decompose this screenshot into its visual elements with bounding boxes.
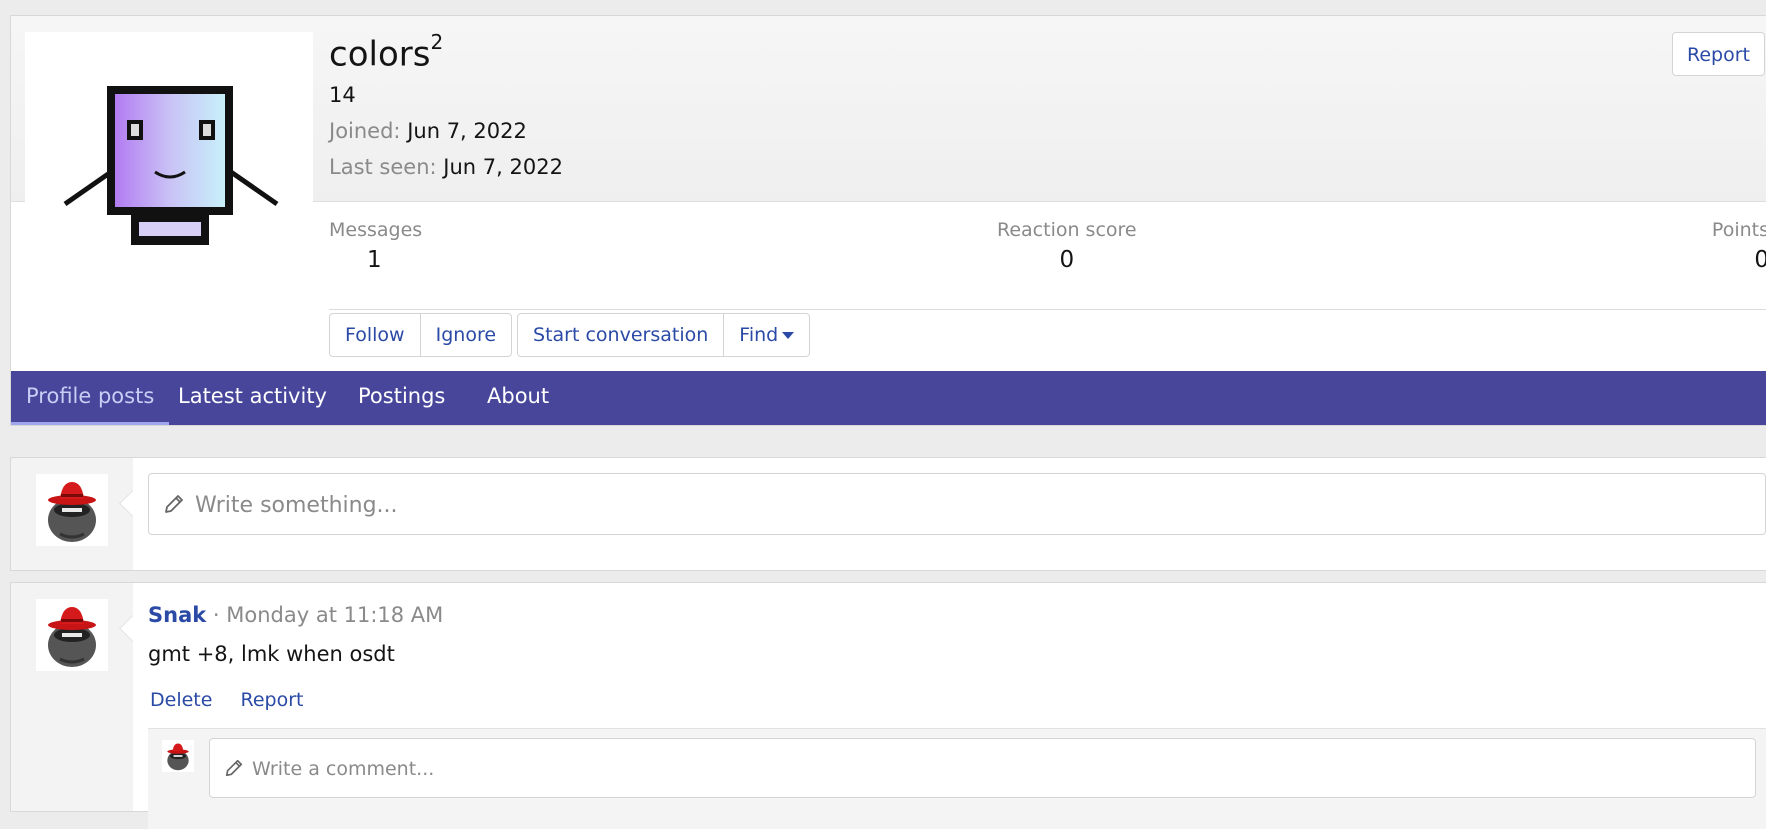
post-actions: Delete Report [150, 689, 325, 711]
tab-about[interactable]: About [472, 371, 564, 425]
user-title: 14 [329, 83, 356, 107]
penguin-red-hat-avatar-icon [48, 482, 96, 542]
profile-tabs: Profile posts Latest activity Postings A… [11, 371, 1766, 425]
stat-messages[interactable]: Messages 1 [329, 219, 422, 273]
delete-post-link[interactable]: Delete [150, 689, 212, 711]
username-superscript: 2 [430, 30, 444, 54]
ignore-button[interactable]: Ignore [421, 314, 511, 356]
last-seen-info: Last seen: Jun 7, 2022 [329, 155, 563, 179]
write-something-input[interactable] [193, 474, 1755, 536]
conversation-find-group: Start conversation Find [517, 313, 811, 357]
post-author-link[interactable]: Snak [148, 603, 206, 627]
stat-reaction-score[interactable]: Reaction score 0 [997, 219, 1137, 273]
profile-avatar[interactable] [25, 32, 313, 320]
profile-username: colors2 [329, 30, 444, 75]
post-timestamp[interactable]: Monday at 11:18 AM [226, 603, 443, 627]
current-user-avatar[interactable] [36, 474, 108, 546]
stat-points[interactable]: Points 0 [1712, 219, 1766, 273]
pencil-icon [225, 759, 243, 777]
square-robot-avatar-icon [63, 86, 279, 245]
write-something-box[interactable] [148, 473, 1766, 536]
write-comment-input[interactable] [250, 739, 1745, 799]
comment-area [148, 728, 1766, 829]
profile-post-composer [10, 457, 1766, 571]
penguin-red-hat-avatar-icon [48, 607, 96, 667]
composer-avatar-column [11, 458, 133, 570]
start-conversation-button[interactable]: Start conversation [518, 314, 725, 356]
joined-info: Joined: Jun 7, 2022 [329, 119, 527, 143]
tab-latest-activity[interactable]: Latest activity [163, 371, 342, 425]
report-profile-button[interactable]: Report [1672, 32, 1765, 76]
pencil-icon [165, 495, 183, 513]
find-dropdown-button[interactable]: Find [724, 314, 809, 356]
follow-ignore-group: Follow Ignore [329, 313, 513, 357]
profile-stats: Messages 1 Reaction score 0 Points 0 [329, 219, 1766, 310]
comment-user-avatar[interactable] [162, 740, 194, 772]
tab-profile-posts[interactable]: Profile posts [11, 371, 170, 425]
profile-post: Snak · Monday at 11:18 AM gmt +8, lmk wh… [10, 582, 1766, 829]
report-post-link[interactable]: Report [240, 689, 303, 711]
post-avatar-column [11, 583, 133, 811]
caret-down-icon [782, 332, 795, 339]
post-meta: Snak · Monday at 11:18 AM [148, 603, 444, 627]
penguin-red-hat-avatar-icon [167, 743, 189, 771]
profile-header: colors2 14 Joined: Jun 7, 2022 Last seen… [10, 15, 1766, 426]
tab-postings[interactable]: Postings [343, 371, 460, 425]
post-author-avatar[interactable] [36, 599, 108, 671]
write-comment-box[interactable] [209, 738, 1756, 799]
post-body: gmt +8, lmk when osdt [148, 642, 395, 666]
profile-action-buttons: Follow Ignore Start conversation Find [329, 313, 815, 357]
follow-button[interactable]: Follow [330, 314, 421, 356]
